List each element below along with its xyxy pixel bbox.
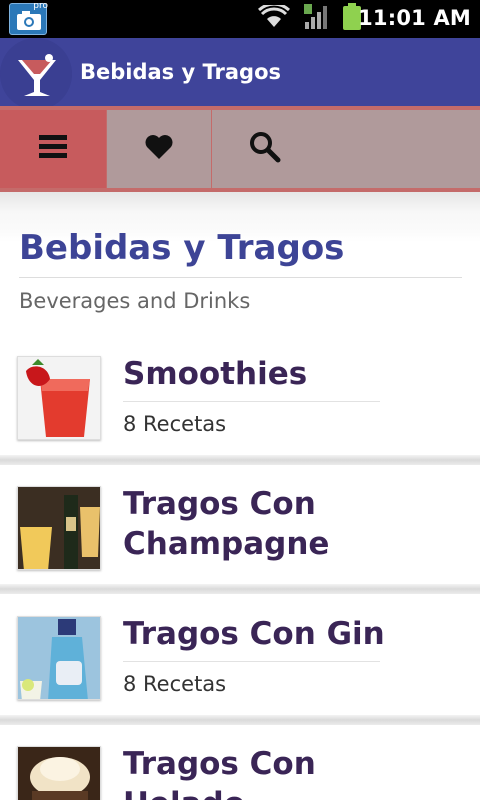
category-name-line-2: Champagne: [123, 526, 330, 562]
menu-button[interactable]: [0, 110, 106, 188]
screenshot-app-icon: pro: [9, 1, 48, 35]
champagne-thumbnail: [17, 486, 101, 570]
category-divider: [123, 661, 380, 662]
signal-icon: [304, 4, 328, 34]
smoothie-thumbnail: [17, 356, 101, 440]
recipe-count: 8 Recetas: [123, 672, 227, 696]
menu-icon: [38, 134, 68, 164]
app-title: Bebidas y Tragos: [80, 60, 281, 84]
toolbar: [0, 106, 480, 192]
category-name-line-1: Tragos Con: [123, 746, 316, 782]
heart-icon: [144, 134, 174, 164]
category-item-helado[interactable]: Tragos Con Helado: [0, 738, 480, 800]
favorites-button[interactable]: [106, 110, 212, 188]
wifi-icon: [257, 2, 291, 33]
category-name-line-1: Tragos Con: [123, 486, 316, 522]
category-name: Tragos Con Gin: [123, 616, 385, 652]
list-separator: [0, 584, 480, 594]
page-title: Bebidas y Tragos: [19, 228, 345, 268]
category-item-smoothies[interactable]: Smoothies 8 Recetas: [0, 350, 480, 460]
category-divider: [123, 401, 380, 402]
category-name: Smoothies: [123, 356, 308, 392]
search-button[interactable]: [212, 110, 480, 188]
clock: 11:01 AM: [358, 6, 471, 30]
gin-thumbnail: [17, 616, 101, 700]
status-bar: pro 11:01 AM: [0, 0, 480, 38]
ice-cream-thumbnail: [17, 746, 101, 800]
category-item-gin[interactable]: Tragos Con Gin 8 Recetas: [0, 608, 480, 718]
pro-badge: pro: [33, 1, 48, 11]
action-bar: Bebidas y Tragos: [0, 38, 480, 110]
recipe-count: 8 Recetas: [123, 412, 227, 436]
list-separator: [0, 715, 480, 725]
search-icon: [249, 131, 281, 167]
app-logo-icon[interactable]: [0, 38, 72, 110]
category-name-line-2: Helado: [123, 784, 245, 800]
page-subtitle: Beverages and Drinks: [19, 289, 251, 313]
title-divider: [19, 277, 462, 278]
category-item-champagne[interactable]: Tragos Con Champagne: [0, 478, 480, 588]
list-separator: [0, 455, 480, 465]
